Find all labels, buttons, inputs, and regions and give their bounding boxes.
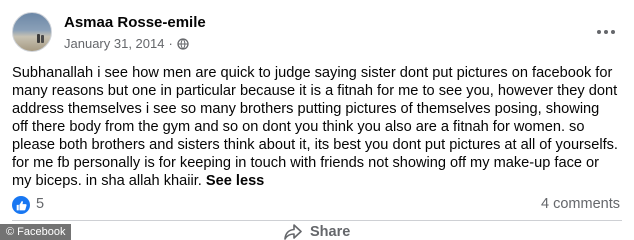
meta-separator: · xyxy=(168,36,173,51)
avatar-figure xyxy=(41,35,44,43)
like-count[interactable]: 5 xyxy=(36,196,44,212)
share-icon xyxy=(284,224,302,240)
share-label: Share xyxy=(310,224,351,240)
more-options-button[interactable] xyxy=(594,20,618,44)
more-dot xyxy=(604,30,608,34)
comment-count-link[interactable]: 4 comments xyxy=(541,196,620,212)
source-watermark: © Facebook xyxy=(0,224,72,240)
avatar-figure xyxy=(37,34,40,43)
post-header: Asmaa Rosse-emile January 31, 2014 · xyxy=(12,12,622,56)
post-body: Subhanallah i see how men are quick to j… xyxy=(12,64,618,190)
share-button[interactable]: Share xyxy=(284,224,350,240)
author-name[interactable]: Asmaa Rosse-emile xyxy=(64,14,206,31)
post-text: Subhanallah i see how men are quick to j… xyxy=(12,65,618,189)
post-meta: January 31, 2014 · xyxy=(64,36,189,51)
reaction-bar: 5 4 comments xyxy=(12,194,622,216)
more-dot xyxy=(611,30,615,34)
post-date[interactable]: January 31, 2014 xyxy=(64,36,164,51)
see-less-link[interactable]: See less xyxy=(206,173,264,189)
like-reaction-icon[interactable] xyxy=(12,196,30,214)
actions-divider xyxy=(12,220,622,221)
globe-icon[interactable] xyxy=(177,37,189,50)
avatar[interactable] xyxy=(12,12,52,52)
more-dot xyxy=(597,30,601,34)
